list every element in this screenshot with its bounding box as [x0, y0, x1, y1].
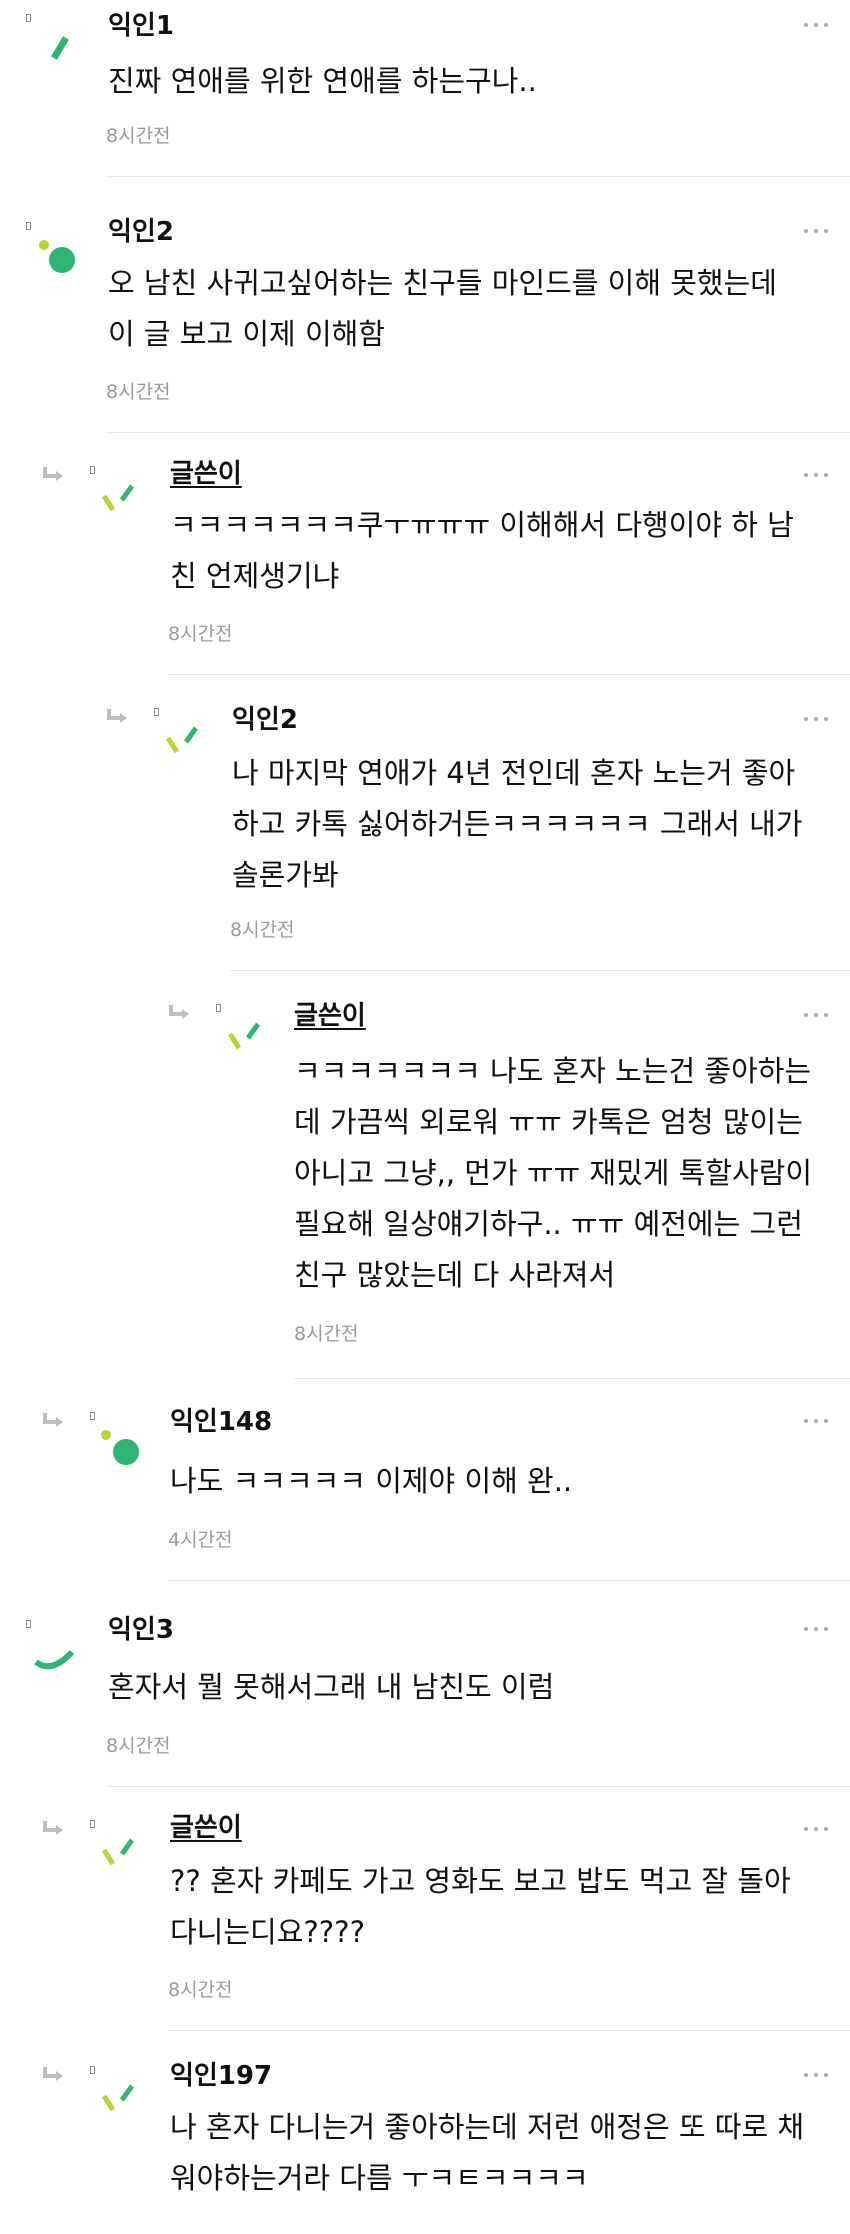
- small-square-icon: [90, 1412, 95, 1420]
- comment-line: 필요해 일상얘기하구.. ㅠㅠ 예전에는 그런: [294, 1207, 803, 1241]
- divider: [168, 674, 850, 675]
- more-options-icon[interactable]: [804, 1824, 828, 1834]
- yellow-green-slash-avatar-icon: [101, 2084, 135, 2112]
- more-options-icon[interactable]: [804, 20, 828, 30]
- yellow-green-slash-avatar-icon: [101, 1838, 135, 1866]
- divider: [294, 1378, 850, 1379]
- comment-line: 나 마지막 연애가 4년 전인데 혼자 노는거 좋아: [232, 756, 796, 790]
- comment-text: 나 혼자 다니는거 좋아하는데 저런 애정은 또 따로 채 워야하는거라 다름 …: [170, 2102, 804, 2204]
- comment-time: 8시간전: [106, 1735, 171, 1757]
- reply-arrow-icon: [169, 1005, 189, 1019]
- green-slash-avatar-icon: [50, 36, 70, 60]
- comment-line: 워야하는거라 다름 ㅜㅋㅌㅋㅋㅋㅋ: [170, 2161, 589, 2195]
- divider: [106, 176, 850, 177]
- author-name[interactable]: 글쓴이: [170, 1812, 242, 1844]
- comment-line: 데 가끔씩 외로워 ㅠㅠ 카톡은 엄청 많이는: [294, 1105, 803, 1139]
- more-options-icon[interactable]: [804, 1624, 828, 1634]
- more-options-icon[interactable]: [804, 1010, 828, 1020]
- reply-arrow-icon: [43, 1413, 63, 1427]
- commenter-name[interactable]: 익인197: [170, 2060, 272, 2092]
- commenter-name[interactable]: 익인2: [232, 704, 298, 736]
- comment-time: 8시간전: [106, 381, 171, 403]
- dots-avatar-icon: [39, 240, 75, 273]
- comment-line: ?? 혼자 카페도 가고 영화도 보고 밥도 먹고 잘 돌아: [170, 1864, 791, 1898]
- comment-text: 진짜 연애를 위한 연애를 하는구나..: [108, 56, 537, 107]
- yellow-green-slash-avatar-icon: [101, 484, 135, 512]
- small-square-icon: [26, 1620, 31, 1628]
- comment-text: 오 남친 사귀고싶어하는 친구들 마인드를 이해 못했는데 이 글 보고 이제 …: [108, 258, 777, 360]
- divider: [230, 970, 850, 971]
- reply-arrow-icon: [43, 467, 63, 481]
- green-arc-avatar-icon: [34, 1649, 75, 1670]
- comment-line: 혼자서 뭘 못해서그래 내 남친도 이럼: [108, 1670, 555, 1704]
- small-square-icon: [26, 14, 31, 22]
- author-name[interactable]: 글쓴이: [170, 458, 242, 490]
- small-square-icon: [216, 1004, 221, 1012]
- comment-text: 나 마지막 연애가 4년 전인데 혼자 노는거 좋아 하고 카톡 싫어하거든ㅋㅋ…: [232, 748, 802, 901]
- yellow-green-slash-avatar-icon: [227, 1022, 261, 1050]
- commenter-name[interactable]: 익인2: [108, 216, 174, 248]
- comment-line: 솔론가봐: [232, 858, 339, 892]
- divider: [168, 1580, 850, 1581]
- comment-line: 아니고 그냥,, 먼가 ㅠㅠ 재밌게 톡할사람이: [294, 1156, 813, 1190]
- comment-line: ㅋㅋㅋㅋㅋㅋㅋ 나도 혼자 노는건 좋아하는: [294, 1054, 812, 1088]
- comment-line: 나도 ㅋㅋㅋㅋㅋ 이제야 이해 완..: [170, 1464, 573, 1498]
- comment-time: 8시간전: [168, 1979, 233, 2001]
- comment-text: ㅋㅋㅋㅋㅋㅋㅋ 나도 혼자 노는건 좋아하는 데 가끔씩 외로워 ㅠㅠ 카톡은 …: [294, 1046, 812, 1301]
- comment-line: 진짜 연애를 위한 연애를 하는구나..: [108, 64, 537, 98]
- comment-line: 친구 많았는데 다 사라져서: [294, 1258, 616, 1292]
- more-options-icon[interactable]: [804, 470, 828, 480]
- reply-arrow-icon: [43, 1821, 63, 1835]
- comment-time: 8시간전: [294, 1323, 359, 1345]
- small-square-icon: [26, 222, 31, 230]
- commenter-name[interactable]: 익인148: [170, 1406, 272, 1438]
- comment-line: 이 글 보고 이제 이해함: [108, 317, 385, 351]
- comment-time: 8시간전: [168, 623, 233, 645]
- dots-avatar-icon: [101, 1430, 139, 1465]
- small-square-icon: [90, 2066, 95, 2074]
- comment-time: 8시간전: [230, 919, 295, 941]
- more-options-icon[interactable]: [804, 2070, 828, 2080]
- commenter-name[interactable]: 익인3: [108, 1614, 174, 1646]
- more-options-icon[interactable]: [804, 1416, 828, 1426]
- more-options-icon[interactable]: [804, 714, 828, 724]
- reply-arrow-icon: [43, 2067, 63, 2081]
- comment-line: 오 남친 사귀고싶어하는 친구들 마인드를 이해 못했는데: [108, 266, 777, 300]
- divider: [106, 432, 850, 433]
- comment-line: 친 언제생기냐: [170, 559, 340, 593]
- comment-text: ㅋㅋㅋㅋㅋㅋㅋ쿠ㅜㅠㅠㅠ 이해해서 다행이야 하 남 친 언제생기냐: [170, 500, 794, 602]
- comment-line: 나 혼자 다니는거 좋아하는데 저런 애정은 또 따로 채: [170, 2110, 805, 2144]
- comment-line: 하고 카톡 싫어하거든ㅋㅋㅋㅋㅋㅋ 그래서 내가: [232, 807, 803, 841]
- small-square-icon: [90, 466, 95, 474]
- reply-arrow-icon: [107, 709, 127, 723]
- comment-time: 4시간전: [168, 1529, 233, 1551]
- yellow-green-slash-avatar-icon: [165, 726, 199, 754]
- comment-text: 나도 ㅋㅋㅋㅋㅋ 이제야 이해 완..: [170, 1456, 572, 1507]
- divider: [168, 2030, 850, 2031]
- comment-line: ㅋㅋㅋㅋㅋㅋㅋ쿠ㅜㅠㅠㅠ 이해해서 다행이야 하 남: [170, 508, 794, 542]
- comment-text: ?? 혼자 카페도 가고 영화도 보고 밥도 먹고 잘 돌아 다니는디요????: [170, 1856, 791, 1958]
- commenter-name[interactable]: 익인1: [108, 10, 174, 42]
- divider: [106, 1786, 850, 1787]
- more-options-icon[interactable]: [804, 226, 828, 236]
- author-name[interactable]: 글쓴이: [294, 1000, 366, 1032]
- comment-text: 혼자서 뭘 못해서그래 내 남친도 이럼: [108, 1662, 554, 1713]
- small-square-icon: [154, 708, 159, 716]
- comment-time: 8시간전: [106, 125, 171, 147]
- comment-line: 다니는디요????: [170, 1915, 365, 1949]
- small-square-icon: [90, 1820, 95, 1828]
